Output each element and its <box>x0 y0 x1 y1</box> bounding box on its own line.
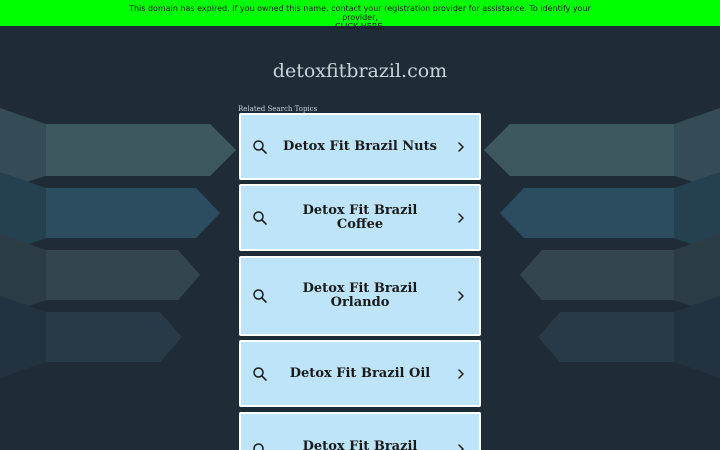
topic-card-3[interactable]: Detox Fit Brazil Orlando <box>239 256 481 336</box>
related-search-topics-label: Related Search Topics <box>238 105 318 113</box>
search-icon <box>253 366 267 381</box>
search-icon <box>253 139 267 154</box>
chevron-right-icon <box>458 368 464 379</box>
chevron-right-icon <box>458 212 464 223</box>
search-icon <box>253 210 267 225</box>
right-band-2-inner <box>500 188 674 238</box>
right-band-3-inner <box>520 250 674 300</box>
left-band-2-inner <box>46 188 220 238</box>
left-band-4-inner <box>46 312 182 362</box>
left-band-3-inner <box>46 250 200 300</box>
search-icon <box>253 289 267 303</box>
chevron-right-icon <box>458 291 464 301</box>
topic-card-2[interactable]: Detox Fit Brazil Coffee <box>239 184 481 251</box>
chevron-right-icon <box>458 444 464 450</box>
topic-card-1[interactable]: Detox Fit Brazil Nuts <box>239 113 481 180</box>
topic-label: Detox Fit Brazil <box>302 439 418 450</box>
left-band-1-inner <box>46 124 236 176</box>
topic-label: Detox Fit Brazil Nuts <box>283 138 437 154</box>
page: This domain has expired. If you owned th… <box>0 0 720 450</box>
topic-card-4[interactable]: Detox Fit Brazil Oil <box>239 340 481 407</box>
banner-click-here-link[interactable]: CLICK HERE. <box>0 22 720 31</box>
chevron-right-icon <box>458 141 464 152</box>
right-band-1-inner <box>484 124 674 176</box>
topic-label: Detox Fit Brazil Coffee <box>302 202 418 232</box>
search-icon <box>253 443 264 450</box>
expired-domain-banner: This domain has expired. If you owned th… <box>0 0 720 31</box>
domain-title: detoxfitbrazil.com <box>272 60 448 82</box>
right-band-4-inner <box>538 312 674 362</box>
topic-label: Detox Fit Brazil Orlando <box>302 281 418 310</box>
topic-card-5[interactable]: Detox Fit Brazil <box>239 412 481 450</box>
topic-label: Detox Fit Brazil Oil <box>289 365 431 381</box>
banner-message: This domain has expired. If you owned th… <box>129 4 591 22</box>
